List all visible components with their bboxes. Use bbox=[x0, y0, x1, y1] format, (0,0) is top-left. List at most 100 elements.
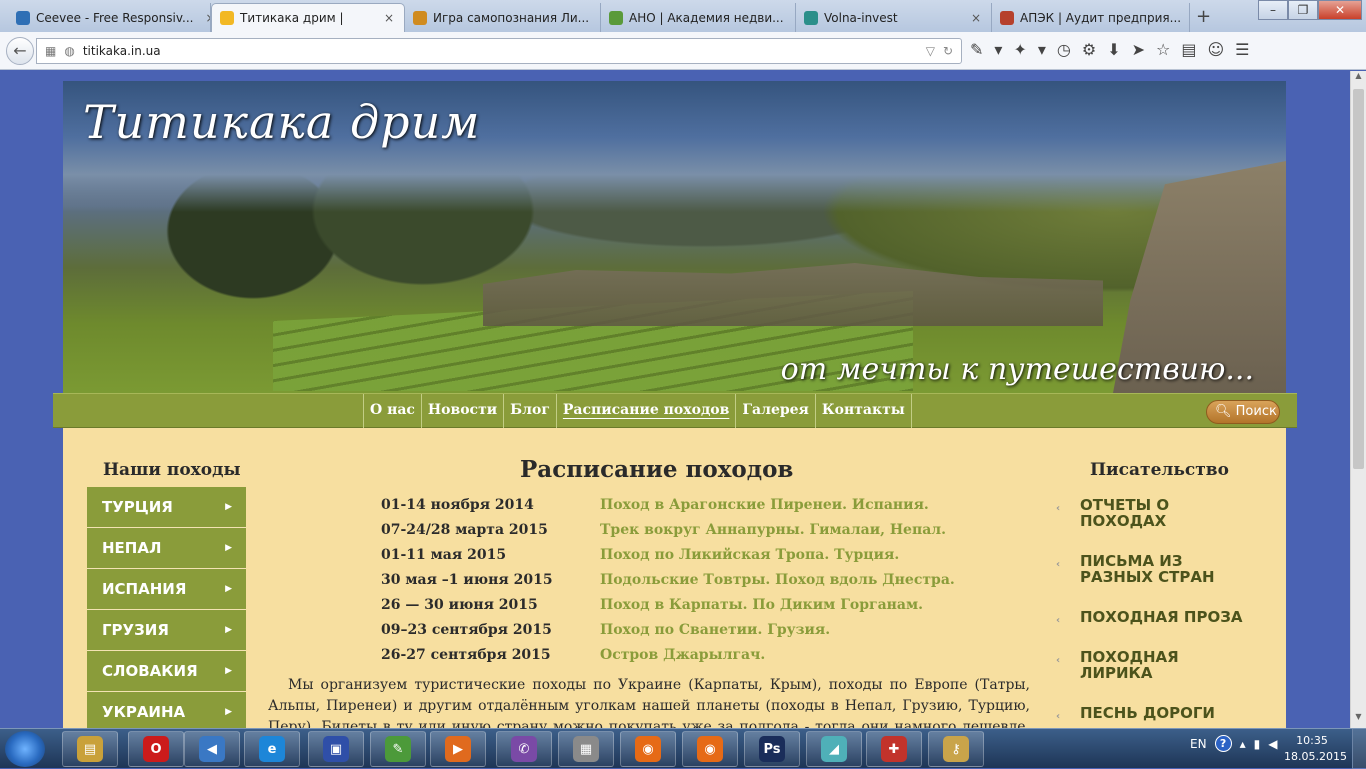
dropdown-icon[interactable]: ▾ bbox=[1038, 40, 1046, 59]
taskbar-app-button[interactable]: ✚ bbox=[866, 731, 922, 767]
search-icon: 🔍︎ bbox=[1215, 404, 1232, 419]
menu-item[interactable]: Контакты bbox=[814, 394, 912, 429]
left-menu-item[interactable]: УКРАИНА ▶ bbox=[87, 692, 246, 728]
taskbar-app-button[interactable]: ◉ bbox=[682, 731, 738, 767]
menu-item[interactable]: Расписание походов bbox=[555, 394, 735, 429]
maximize-button[interactable]: ❐ bbox=[1288, 0, 1318, 20]
scroll-thumb[interactable] bbox=[1353, 89, 1364, 469]
chevron-right-icon: ▶ bbox=[225, 625, 232, 635]
menu-item[interactable]: Новости bbox=[420, 394, 503, 429]
left-menu-item[interactable]: ИСПАНИЯ ▶ bbox=[87, 569, 246, 610]
left-menu-item[interactable]: СЛОВАКИЯ ▶ bbox=[87, 651, 246, 692]
eyedropper-icon[interactable]: ✎ bbox=[970, 40, 983, 59]
tab-close-icon[interactable]: × bbox=[199, 11, 210, 25]
minimize-button[interactable]: – bbox=[1258, 0, 1288, 20]
search-button[interactable]: 🔍︎ Поиск bbox=[1206, 400, 1280, 424]
grid-icon[interactable]: ▦ bbox=[45, 44, 56, 58]
dropdown-icon[interactable]: ▾ bbox=[994, 40, 1002, 59]
schedule-row: 09–23 сентября 2015 Поход по Сванетии. Гр… bbox=[381, 622, 1021, 647]
reader-icon[interactable]: ▤ bbox=[1181, 40, 1196, 59]
right-menu-label: ОТЧЕТЫ О ПОХОДАХ bbox=[1080, 496, 1170, 530]
reload-icon[interactable]: ↻ bbox=[943, 44, 953, 58]
taskbar-app-button[interactable]: ⚷ bbox=[928, 731, 984, 767]
close-window-button[interactable]: ✕ bbox=[1318, 0, 1362, 20]
browser-tab[interactable]: Игра самопознания Ли...× bbox=[405, 3, 601, 32]
taskbar-app-button[interactable]: ▣ bbox=[308, 731, 364, 767]
chat-icon[interactable]: ☺ bbox=[1207, 40, 1224, 59]
tab-close-icon[interactable]: × bbox=[1187, 11, 1189, 25]
taskbar-app-button[interactable]: ▤ bbox=[62, 731, 118, 767]
taskbar-app-button[interactable]: ✆ bbox=[496, 731, 552, 767]
taskbar-app-button[interactable]: Ps bbox=[744, 731, 800, 767]
left-menu-item[interactable]: ГРУЗИЯ ▶ bbox=[87, 610, 246, 651]
viber-icon: ✆ bbox=[511, 736, 537, 762]
dropdown-icon[interactable]: ▽ bbox=[926, 44, 935, 58]
clock[interactable]: 10:35 18.05.2015 bbox=[1284, 733, 1347, 765]
taskbar-app-button[interactable]: ▶ bbox=[430, 731, 486, 767]
volume-icon[interactable]: ◀ bbox=[1268, 737, 1277, 751]
right-menu-item[interactable]: ‹ ПОХОДНАЯ ЛИРИКА bbox=[1056, 649, 1256, 681]
right-menu-label: ПОХОДНАЯ ЛИРИКА bbox=[1080, 648, 1179, 682]
site-header-banner: Титикака дрим от мечты к путешествию... bbox=[63, 81, 1286, 393]
left-menu-item[interactable]: ТУРЦИЯ ▶ bbox=[87, 487, 246, 528]
address-bar[interactable]: ▦ ◍ titikaka.in.ua ▽ ↻ bbox=[36, 38, 962, 64]
schedule-link[interactable]: Поход в Карпаты. По Диким Горганам. bbox=[600, 597, 923, 622]
browser-tab[interactable]: Ceevee - Free Responsiv... × bbox=[8, 3, 211, 32]
browser-tab[interactable]: Титикака дрим | × bbox=[211, 3, 405, 32]
schedule-date: 07-24/28 марта 2015 bbox=[381, 522, 548, 538]
browser-tab[interactable]: Volna-invest × bbox=[796, 3, 992, 32]
browser-tab[interactable]: АНО | Академия недви...× bbox=[601, 3, 796, 32]
url-text[interactable]: titikaka.in.ua bbox=[83, 44, 161, 58]
favicon-icon bbox=[804, 10, 818, 25]
schedule-link[interactable]: Поход по Ликийская Тропа. Турция. bbox=[600, 547, 899, 572]
show-desktop-button[interactable] bbox=[1352, 729, 1366, 769]
taskbar-app-button[interactable]: ◉ bbox=[620, 731, 676, 767]
extension-icon[interactable]: ✦ bbox=[1013, 40, 1026, 59]
network-icon[interactable]: ▮ bbox=[1254, 737, 1261, 751]
schedule-link[interactable]: Поход по Сванетии. Грузия. bbox=[600, 622, 830, 647]
help-icon[interactable]: ? bbox=[1214, 735, 1232, 752]
right-menu-item[interactable]: ‹ ОТЧЕТЫ О ПОХОДАХ bbox=[1056, 497, 1256, 529]
back-button[interactable]: ← bbox=[6, 37, 34, 65]
site-title[interactable]: Титикака дрим bbox=[83, 95, 480, 149]
right-menu-item[interactable]: ‹ ПОХОДНАЯ ПРОЗА bbox=[1056, 609, 1256, 626]
taskbar-app-button[interactable]: e bbox=[244, 731, 300, 767]
tab-close-icon[interactable]: × bbox=[965, 11, 981, 25]
send-icon[interactable]: ➤ bbox=[1132, 40, 1145, 59]
history-icon[interactable]: ◷ bbox=[1057, 40, 1071, 59]
menu-item[interactable]: Галерея bbox=[735, 394, 815, 429]
taskbar-app-button[interactable]: ◀ bbox=[184, 731, 240, 767]
right-menu-item[interactable]: ‹ ПИСЬМА ИЗ РАЗНЫХ СТРАН bbox=[1056, 553, 1256, 585]
right-menu-item[interactable]: ‹ ПЕСНЬ ДОРОГИ bbox=[1056, 705, 1256, 722]
schedule-link[interactable]: Поход в Арагонские Пиренеи. Испания. bbox=[600, 497, 929, 522]
taskbar-app-button[interactable]: ✎ bbox=[370, 731, 426, 767]
menu-icon[interactable]: ☰ bbox=[1235, 40, 1249, 59]
start-button[interactable] bbox=[5, 731, 45, 767]
page-scrollbar[interactable]: ▲ ▼ bbox=[1350, 71, 1366, 728]
taskbar-app-button[interactable]: O bbox=[128, 731, 184, 767]
gear-icon[interactable]: ⚙ bbox=[1082, 40, 1096, 59]
notes-icon: ◢ bbox=[821, 736, 847, 762]
taskbar-app-button[interactable]: ▦ bbox=[558, 731, 614, 767]
schedule-link[interactable]: Подольские Товтры. Поход вдоль Днестра. bbox=[600, 572, 955, 597]
left-menu-item[interactable]: НЕПАЛ ▶ bbox=[87, 528, 246, 569]
download-icon[interactable]: ⬇ bbox=[1107, 40, 1120, 59]
bookmark-star-icon[interactable]: ☆ bbox=[1156, 40, 1170, 59]
schedule-link[interactable]: Трек вокруг Аннапурны. Гималаи, Непал. bbox=[600, 522, 946, 547]
left-menu-label: ТУРЦИЯ bbox=[102, 498, 173, 516]
tray-arrow-icon[interactable]: ▴ bbox=[1240, 737, 1246, 751]
schedule-link[interactable]: Остров Джарылгач. bbox=[600, 647, 765, 672]
scroll-down-arrow-icon[interactable]: ▼ bbox=[1351, 712, 1366, 728]
language-indicator[interactable]: EN bbox=[1190, 737, 1207, 751]
taskbar-app-button[interactable]: ◢ bbox=[806, 731, 862, 767]
menu-item[interactable]: Блог bbox=[503, 394, 556, 429]
left-menu-label: ГРУЗИЯ bbox=[102, 621, 169, 639]
browser-tab[interactable]: АПЭК | Аудит предприя... × bbox=[992, 3, 1190, 32]
new-tab-button[interactable]: + bbox=[1196, 6, 1211, 27]
tab-close-icon[interactable]: × bbox=[378, 11, 394, 25]
scroll-up-arrow-icon[interactable]: ▲ bbox=[1351, 71, 1366, 87]
menu-item[interactable]: О нас bbox=[363, 394, 421, 429]
schedule-row: 30 мая –1 июня 2015 Подольские Товтры. По… bbox=[381, 572, 1021, 597]
save-icon: ▣ bbox=[323, 736, 349, 762]
photoshop-icon: Ps bbox=[759, 736, 785, 762]
